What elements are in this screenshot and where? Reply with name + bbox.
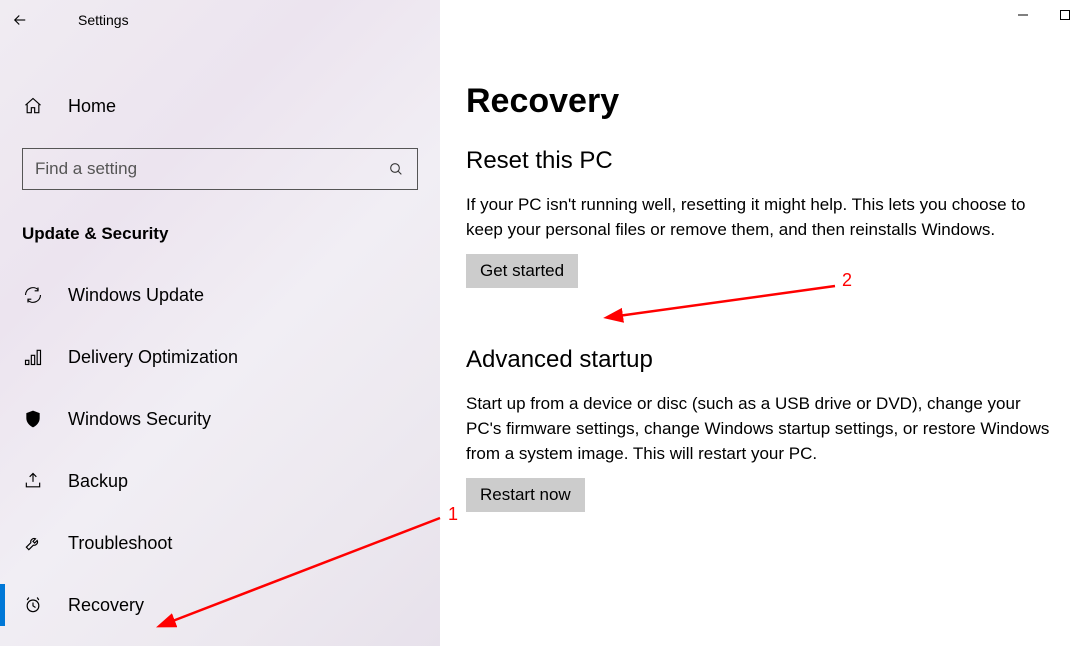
search-box[interactable] (22, 148, 418, 190)
category-heading: Update & Security (0, 224, 440, 244)
search-icon (385, 161, 407, 177)
delivery-optimization-icon (22, 347, 44, 367)
window-controls (1016, 8, 1072, 22)
advanced-startup-description: Start up from a device or disc (such as … (466, 392, 1054, 466)
get-started-button[interactable]: Get started (466, 254, 578, 288)
search-container (0, 148, 440, 190)
nav-item-label: Delivery Optimization (68, 347, 238, 368)
reset-pc-description: If your PC isn't running well, resetting… (466, 193, 1054, 242)
nav-list: Windows Update Delivery Optimization Windo… (0, 264, 440, 636)
troubleshoot-icon (22, 533, 44, 553)
sidebar: Settings Home Update & Security Windows … (0, 0, 440, 646)
home-link[interactable]: Home (0, 86, 440, 126)
arrow-left-icon (11, 11, 29, 29)
page-title: Recovery (466, 82, 1054, 121)
settings-window: Settings Home Update & Security Windows … (0, 0, 1080, 646)
home-label: Home (68, 96, 116, 117)
nav-item-windows-update[interactable]: Windows Update (0, 264, 440, 326)
backup-icon (22, 471, 44, 491)
windows-update-icon (22, 285, 44, 305)
nav-item-label: Windows Update (68, 285, 204, 306)
nav-item-windows-security[interactable]: Windows Security (0, 388, 440, 450)
windows-security-icon (22, 409, 44, 429)
nav-item-label: Backup (68, 471, 128, 492)
advanced-startup-heading: Advanced startup (466, 346, 1054, 374)
minimize-button[interactable] (1016, 8, 1030, 22)
nav-item-label: Windows Security (68, 409, 211, 430)
reset-pc-heading: Reset this PC (466, 147, 1054, 175)
window-title: Settings (78, 12, 129, 28)
top-bar: Settings (0, 0, 440, 40)
nav-item-backup[interactable]: Backup (0, 450, 440, 512)
back-button[interactable] (0, 0, 40, 40)
home-icon (22, 96, 44, 116)
nav-item-recovery[interactable]: Recovery (0, 574, 440, 636)
main-pane: Recovery Reset this PC If your PC isn't … (440, 0, 1080, 646)
search-input[interactable] (33, 158, 385, 180)
nav-item-troubleshoot[interactable]: Troubleshoot (0, 512, 440, 574)
restart-now-button[interactable]: Restart now (466, 478, 585, 512)
recovery-icon (22, 595, 44, 615)
maximize-button[interactable] (1058, 8, 1072, 22)
nav-item-label: Recovery (68, 595, 144, 616)
nav-item-label: Troubleshoot (68, 533, 172, 554)
nav-item-delivery-optimization[interactable]: Delivery Optimization (0, 326, 440, 388)
